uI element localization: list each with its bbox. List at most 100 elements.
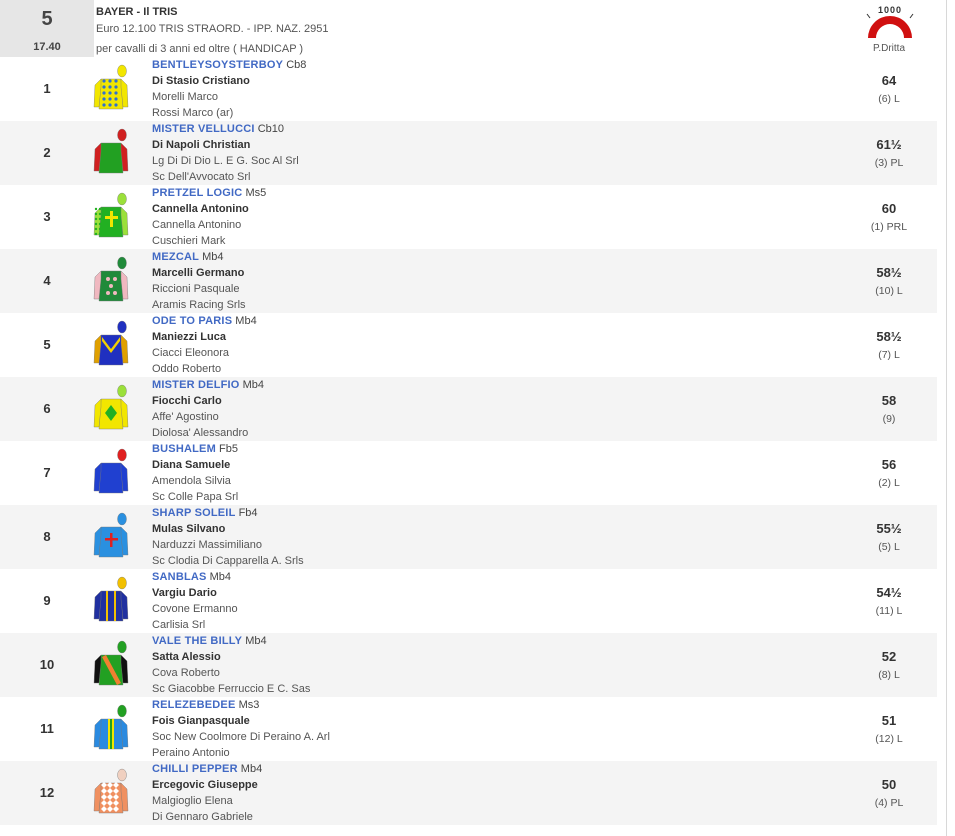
horse-name-link[interactable]: BENTLEYSOYSTERBOY [152,59,283,71]
horse-equipment: Fb4 [238,507,258,519]
runner-row[interactable]: 4 MEZCAL Mb4 Marcelli Germano Riccioni P… [0,249,937,313]
trainer-name: Narduzzi Massimiliano [152,539,263,551]
owner-name: Sc Colle Papa Srl [152,491,239,503]
runner-row[interactable]: 12 CHILLI PEPPER Mb4 Ercegovic Giuseppe … [0,761,937,825]
jockey-name: Fiocchi Carlo [152,395,222,407]
horse-name-link[interactable]: ODE TO PARIS [152,315,232,327]
jockey-name: Diana Samuele [152,459,231,471]
horse-equipment: Cb8 [286,59,307,71]
horse-equipment: Mb4 [240,763,263,775]
owner-name: Rossi Marco (ar) [152,107,234,119]
owner-name: Diolosa' Alessandro [152,427,249,439]
horse-name-link[interactable]: SANBLAS [152,571,207,583]
draw-position: (5) L [878,541,900,553]
trainer-name: Riccioni Pasquale [152,283,240,295]
horse-line: SANBLAS Mb4 [152,571,231,583]
owner-name: Carlisia Srl [152,619,206,631]
horse-line: CHILLI PEPPER Mb4 [152,763,262,775]
race-header: 5 17.40 BAYER - Il TRIS Euro 12.100 TRIS… [0,0,937,57]
weight-value: 52 [881,649,897,664]
jockey-silk-icon [92,383,132,435]
jockey-name: Satta Alessio [152,651,221,663]
horse-name-link[interactable]: MISTER DELFIO [152,379,240,391]
draw-position: (12) L [875,733,903,745]
horse-equipment: Mb4 [209,571,232,583]
runner-row[interactable]: 5 ODE TO PARIS Mb4 Maniezzi Luca Ciacci … [0,313,937,377]
owner-name: Sc Dell'Avvocato Srl [152,171,251,183]
weight-value: 54½ [876,585,902,600]
horse-line: MEZCAL Mb4 [152,251,224,263]
horse-line: BUSHALEM Fb5 [152,443,238,455]
runner-row[interactable]: 10 VALE THE BILLY Mb4 Satta Alessio Cova… [0,633,937,697]
runner-row[interactable]: 11 RELEZEBEDEE Ms3 Fois Gianpasquale Soc… [0,697,937,761]
runner-number: 3 [43,209,51,224]
horse-name-link[interactable]: SHARP SOLEIL [152,507,236,519]
weight-value: 58 [881,393,897,408]
draw-position: (9) [882,413,896,425]
weight-value: 55½ [876,521,902,536]
weight-value: 51 [881,713,897,728]
horse-line: RELEZEBEDEE Ms3 [152,699,259,711]
weight-value: 64 [881,73,897,88]
runner-row[interactable]: 1 BENTLEYSOYSTERBOY Cb8 Di Stasio Cristi… [0,57,937,121]
horse-equipment: Cb10 [257,123,284,135]
horse-line: BENTLEYSOYSTERBOY Cb8 [152,59,306,71]
race-name: BAYER - Il TRIS [96,6,178,18]
horse-name-link[interactable]: MEZCAL [152,251,199,263]
draw-position: (1) PRL [870,221,908,233]
runners-list: 1 BENTLEYSOYSTERBOY Cb8 Di Stasio Cristi… [0,57,937,825]
jockey-silk-icon [92,319,132,371]
race-number: 5 [41,8,53,30]
runner-row[interactable]: 8 SHARP SOLEIL Fb4 Mulas Silvano Narduzz… [0,505,937,569]
horse-equipment: Mb4 [202,251,224,263]
trainer-name: Cova Roberto [152,667,220,679]
runner-number: 2 [43,145,51,160]
trainer-name: Affe' Agostino [152,411,219,423]
jockey-silk-icon [92,639,132,691]
horse-equipment: Ms3 [238,699,260,711]
jockey-name: Fois Gianpasquale [152,715,250,727]
runner-number: 6 [43,401,51,416]
owner-name: Sc Clodia Di Capparella A. Srls [152,555,304,567]
weight-value: 56 [881,457,897,472]
draw-position: (4) PL [874,797,904,809]
weight-value: 61½ [876,137,902,152]
weight-value: 58½ [876,329,902,344]
track-side-label: P.Dritta [872,43,906,54]
jockey-name: Maniezzi Luca [152,331,226,343]
horse-line: MISTER VELLUCCI Cb10 [152,123,284,135]
horse-name-link[interactable]: RELEZEBEDEE [152,699,236,711]
jockey-silk-icon [92,447,132,499]
weight-value: 58½ [876,265,902,280]
owner-name: Aramis Racing Srls [152,299,246,311]
runner-row[interactable]: 3 PRETZEL LOGIC Ms5 Cannella Antonino Ca… [0,185,937,249]
runner-number: 4 [43,273,51,288]
runner-row[interactable]: 7 BUSHALEM Fb5 Diana Samuele Amendola Si… [0,441,937,505]
jockey-name: Di Stasio Cristiano [152,75,250,87]
horse-equipment: Mb4 [242,379,265,391]
draw-position: (11) L [875,605,903,617]
trainer-name: Cannella Antonino [152,219,242,231]
horse-name-link[interactable]: PRETZEL LOGIC [152,187,242,199]
runner-row[interactable]: 9 SANBLAS Mb4 Vargiu Dario Covone Ermann… [0,569,937,633]
trainer-name: Ciacci Eleonora [152,347,230,359]
runner-row[interactable]: 6 MISTER DELFIO Mb4 Fiocchi Carlo Affe' … [0,377,937,441]
trainer-name: Amendola Silvia [152,475,231,487]
jockey-silk-icon [92,575,132,627]
runner-number: 12 [39,785,55,800]
jockey-name: Marcelli Germano [152,267,245,279]
jockey-name: Vargiu Dario [152,587,217,599]
trainer-name: Malgioglio Elena [152,795,233,807]
runner-row[interactable]: 2 MISTER VELLUCCI Cb10 Di Napoli Christi… [0,121,937,185]
runner-number: 9 [43,593,51,608]
horse-name-link[interactable]: MISTER VELLUCCI [152,123,255,135]
draw-position: (6) L [878,93,900,105]
horse-name-link[interactable]: CHILLI PEPPER [152,763,238,775]
horse-name-link[interactable]: BUSHALEM [152,443,216,455]
race-conditions: per cavalli di 3 anni ed oltre ( HANDICA… [96,43,304,55]
horse-name-link[interactable]: VALE THE BILLY [152,635,242,647]
draw-position: (3) PL [874,157,904,169]
jockey-silk-icon [92,63,132,115]
jockey-silk-icon [92,511,132,563]
jockey-name: Cannella Antonino [152,203,249,215]
